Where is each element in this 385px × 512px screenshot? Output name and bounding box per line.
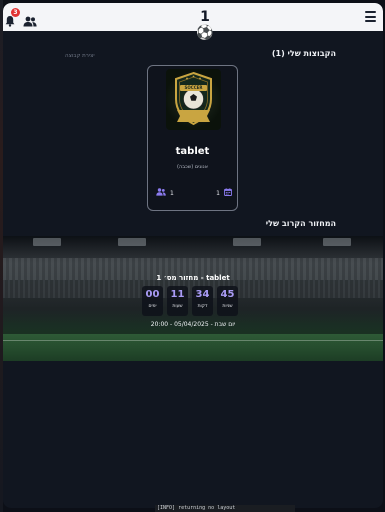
team-logo-text: SOCCER: [184, 85, 203, 90]
my-groups-title: הקבוצות שלי (1): [271, 49, 336, 58]
app-logo[interactable]: 1⚽: [192, 9, 218, 41]
create-group-link[interactable]: יצירת קבוצה: [65, 53, 95, 59]
users-icon[interactable]: [23, 12, 37, 27]
countdown-hours: 11 שעות: [167, 286, 188, 316]
countdown-timer: 00 ימים 11 שעות 34 דקות 45 שניות: [142, 286, 238, 316]
countdown-days: 00 ימים: [142, 286, 163, 316]
team-subtitle: אנונים (שכבה): [177, 164, 208, 170]
members-count: 1: [170, 189, 174, 197]
next-round-title: המחזור הקרוב שלי: [265, 219, 336, 228]
top-header: 3 1⚽: [3, 3, 383, 41]
rounds-stat: 1: [216, 188, 232, 198]
notification-badge: 3: [11, 8, 20, 17]
calendar-icon: [224, 188, 232, 198]
members-icon: [156, 188, 166, 198]
members-stat: 1: [156, 188, 174, 198]
countdown-minutes: 34 דקות: [192, 286, 213, 316]
terminal-output: [INFO] returning no layout: [155, 505, 295, 512]
team-card[interactable]: SOCCER tablet אנונים (שכבה) 1 1: [147, 65, 238, 211]
team-name: tablet: [175, 146, 210, 157]
app-window: 3 1⚽ הקבוצות שלי (1) יצירת קבוצה SOCCER …: [3, 3, 383, 508]
round-date: יום שבת - 05/04/2025 - 20:00: [150, 321, 236, 328]
countdown-seconds: 45 שניות: [217, 286, 238, 316]
hamburger-menu-icon[interactable]: [365, 11, 376, 22]
screen-frame: 3 1⚽ הקבוצות שלי (1) יצירת קבוצה SOCCER …: [0, 0, 385, 512]
team-logo-image: SOCCER: [166, 69, 221, 130]
round-title: מחזור מס׳ 1 - tablet: [156, 274, 230, 282]
rounds-count: 1: [216, 189, 220, 197]
